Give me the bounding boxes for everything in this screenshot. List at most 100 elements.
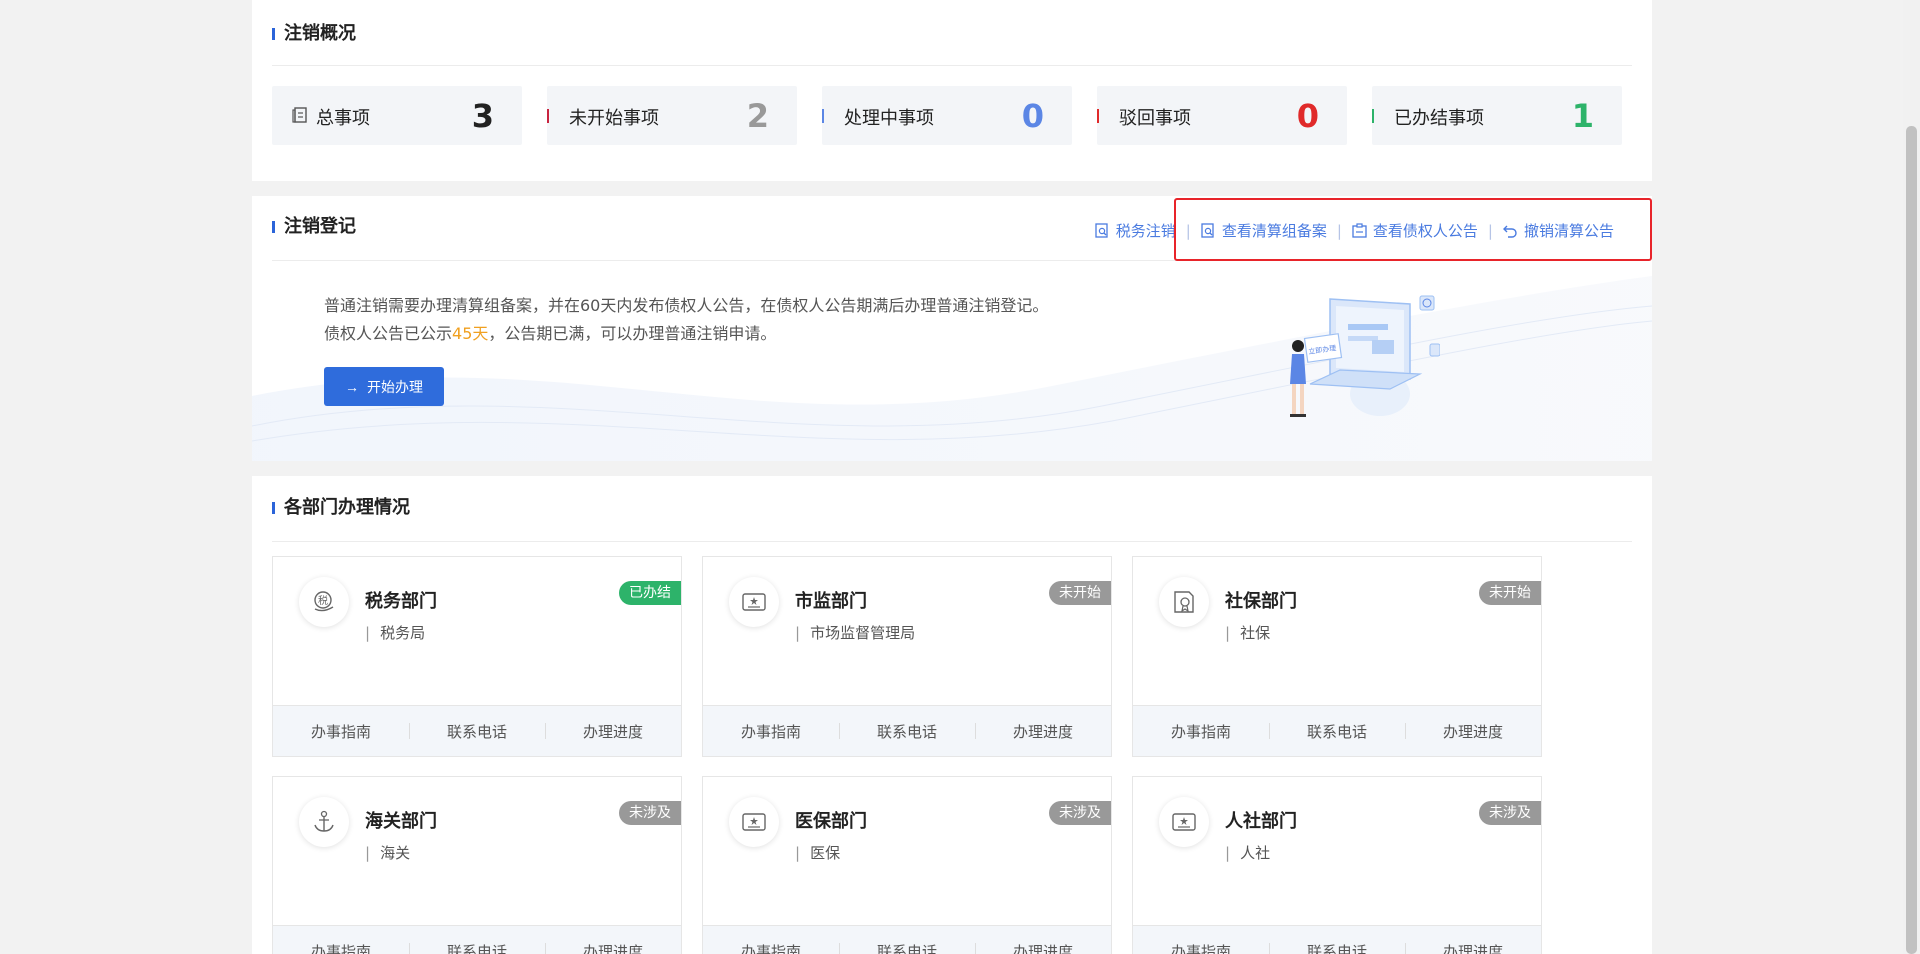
phone-link[interactable]: 联系电话 xyxy=(839,721,975,742)
dept-card-human-resources[interactable]: 人社部门 人社 未涉及 办事指南 联系电话 办理进度 xyxy=(1132,776,1542,954)
dept-org: 社保 xyxy=(1225,622,1270,643)
register-description: 普通注销需要办理清算组备案，并在60天内发布债权人公告，在债权人公告期满后办理普… xyxy=(324,292,1048,348)
certificate-icon xyxy=(1174,591,1194,613)
dept-org: 海关 xyxy=(365,842,410,863)
overview-title: 注销概况 xyxy=(272,23,356,45)
days-highlight: 45天 xyxy=(452,324,489,343)
dept-card-tax[interactable]: 税 税务部门 税务局 已办结 办事指南 联系电话 办理进度 xyxy=(272,556,682,757)
link-tax-cancel[interactable]: 税务注销 xyxy=(1095,220,1176,241)
dept-name: 税务部门 xyxy=(365,591,437,612)
status-badge: 未涉及 xyxy=(1049,801,1111,825)
svg-text:税: 税 xyxy=(318,594,328,607)
guide-link[interactable]: 办事指南 xyxy=(703,721,839,742)
dept-card-medical-insurance[interactable]: 医保部门 医保 未涉及 办事指南 联系电话 办理进度 xyxy=(702,776,1112,954)
progress-link[interactable]: 办理进度 xyxy=(975,941,1111,954)
status-badge: 未涉及 xyxy=(619,801,681,825)
description-line: 债权人公告已公示45天，公告期已满，可以办理普通注销申请。 xyxy=(324,320,1048,348)
dept-org: 医保 xyxy=(795,842,840,863)
stat-marker xyxy=(822,109,824,123)
progress-link[interactable]: 办理进度 xyxy=(1405,721,1541,742)
stat-in-progress[interactable]: 处理中事项 0 xyxy=(822,86,1072,145)
description-line: 普通注销需要办理清算组备案，并在60天内发布债权人公告，在债权人公告期满后办理普… xyxy=(324,296,1049,315)
card-footer: 办事指南 联系电话 办理进度 xyxy=(273,705,681,756)
overview-panel: 注销概况 总事项 3 未开始事项 2 处理中事项 0 驳回事项 0 已办结事项 … xyxy=(252,0,1652,181)
stat-marker xyxy=(547,109,549,123)
guide-link[interactable]: 办事指南 xyxy=(1133,721,1269,742)
stat-marker xyxy=(1097,109,1099,123)
dept-name: 医保部门 xyxy=(795,811,867,832)
dept-name: 社保部门 xyxy=(1225,591,1297,612)
progress-link[interactable]: 办理进度 xyxy=(545,941,681,954)
dept-name: 海关部门 xyxy=(365,811,437,832)
phone-link[interactable]: 联系电话 xyxy=(409,721,545,742)
start-button[interactable]: → 开始办理 xyxy=(324,367,444,406)
phone-link[interactable]: 联系电话 xyxy=(1269,941,1405,954)
stat-value: 0 xyxy=(1021,97,1044,135)
departments-title: 各部门办理情况 xyxy=(272,497,410,519)
stat-label: 总事项 xyxy=(316,108,370,129)
stat-label: 驳回事项 xyxy=(1119,108,1191,129)
phone-link[interactable]: 联系电话 xyxy=(839,941,975,954)
card-footer: 办事指南 联系电话 办理进度 xyxy=(703,925,1111,954)
stat-label: 处理中事项 xyxy=(844,108,934,129)
avatar: 税 xyxy=(299,577,349,627)
status-badge: 未涉及 xyxy=(1479,801,1541,825)
stat-total[interactable]: 总事项 3 xyxy=(272,86,522,145)
stat-value: 1 xyxy=(1571,97,1594,135)
card-footer: 办事指南 联系电话 办理进度 xyxy=(1133,925,1541,954)
stat-label: 未开始事项 xyxy=(569,108,659,129)
dept-name: 人社部门 xyxy=(1225,811,1297,832)
highlight-box xyxy=(1174,198,1652,261)
dept-card-social-security[interactable]: 社保部门 社保 未开始 办事指南 联系电话 办理进度 xyxy=(1132,556,1542,757)
avatar xyxy=(729,797,779,847)
dept-org: 人社 xyxy=(1225,842,1270,863)
divider xyxy=(272,541,1632,542)
text: ，公告期已满，可以办理普通注销申请。 xyxy=(488,324,777,343)
status-badge: 已办结 xyxy=(619,581,681,605)
status-badge: 未开始 xyxy=(1479,581,1541,605)
start-label: 开始办理 xyxy=(367,378,423,395)
dept-card-customs[interactable]: 海关部门 海关 未涉及 办事指南 联系电话 办理进度 xyxy=(272,776,682,954)
text: 债权人公告已公示 xyxy=(324,324,453,343)
stat-completed[interactable]: 已办结事项 1 xyxy=(1372,86,1622,145)
dept-org: 市场监督管理局 xyxy=(795,622,915,643)
dept-card-market[interactable]: 市监部门 市场监督管理局 未开始 办事指南 联系电话 办理进度 xyxy=(702,556,1112,757)
stat-not-started[interactable]: 未开始事项 2 xyxy=(547,86,797,145)
link-label: 税务注销 xyxy=(1115,222,1176,240)
laptop-illustration: 立即办理 xyxy=(1290,295,1440,417)
progress-link[interactable]: 办理进度 xyxy=(975,721,1111,742)
stat-rejected[interactable]: 驳回事项 0 xyxy=(1097,86,1347,145)
id-card-icon xyxy=(1172,813,1196,831)
stat-marker xyxy=(1372,109,1374,123)
avatar xyxy=(1159,797,1209,847)
stat-value: 2 xyxy=(746,97,769,135)
card-footer: 办事指南 联系电话 办理进度 xyxy=(273,925,681,954)
phone-link[interactable]: 联系电话 xyxy=(1269,721,1405,742)
scrollbar[interactable] xyxy=(1903,0,1920,954)
status-badge: 未开始 xyxy=(1049,581,1111,605)
dept-org: 税务局 xyxy=(365,622,425,643)
anchor-icon xyxy=(314,810,334,832)
list-icon xyxy=(292,107,307,123)
guide-link[interactable]: 办事指南 xyxy=(273,721,409,742)
avatar xyxy=(1159,577,1209,627)
id-card-icon xyxy=(742,593,766,611)
avatar xyxy=(729,577,779,627)
guide-link[interactable]: 办事指南 xyxy=(703,941,839,954)
progress-link[interactable]: 办理进度 xyxy=(1405,941,1541,954)
phone-link[interactable]: 联系电话 xyxy=(409,941,545,954)
card-footer: 办事指南 联系电话 办理进度 xyxy=(703,705,1111,756)
guide-link[interactable]: 办事指南 xyxy=(1133,941,1269,954)
register-title: 注销登记 xyxy=(272,216,356,238)
progress-link[interactable]: 办理进度 xyxy=(545,721,681,742)
tax-icon: 税 xyxy=(314,591,334,612)
card-footer: 办事指南 联系电话 办理进度 xyxy=(1133,705,1541,756)
divider xyxy=(272,65,1632,66)
scrollbar-thumb[interactable] xyxy=(1906,126,1917,954)
arrow-right-icon: → xyxy=(345,378,359,395)
guide-link[interactable]: 办事指南 xyxy=(273,941,409,954)
dept-name: 市监部门 xyxy=(795,591,867,612)
stat-label: 已办结事项 xyxy=(1394,108,1484,129)
stat-value: 3 xyxy=(471,97,494,135)
search-doc-icon xyxy=(1095,223,1108,238)
